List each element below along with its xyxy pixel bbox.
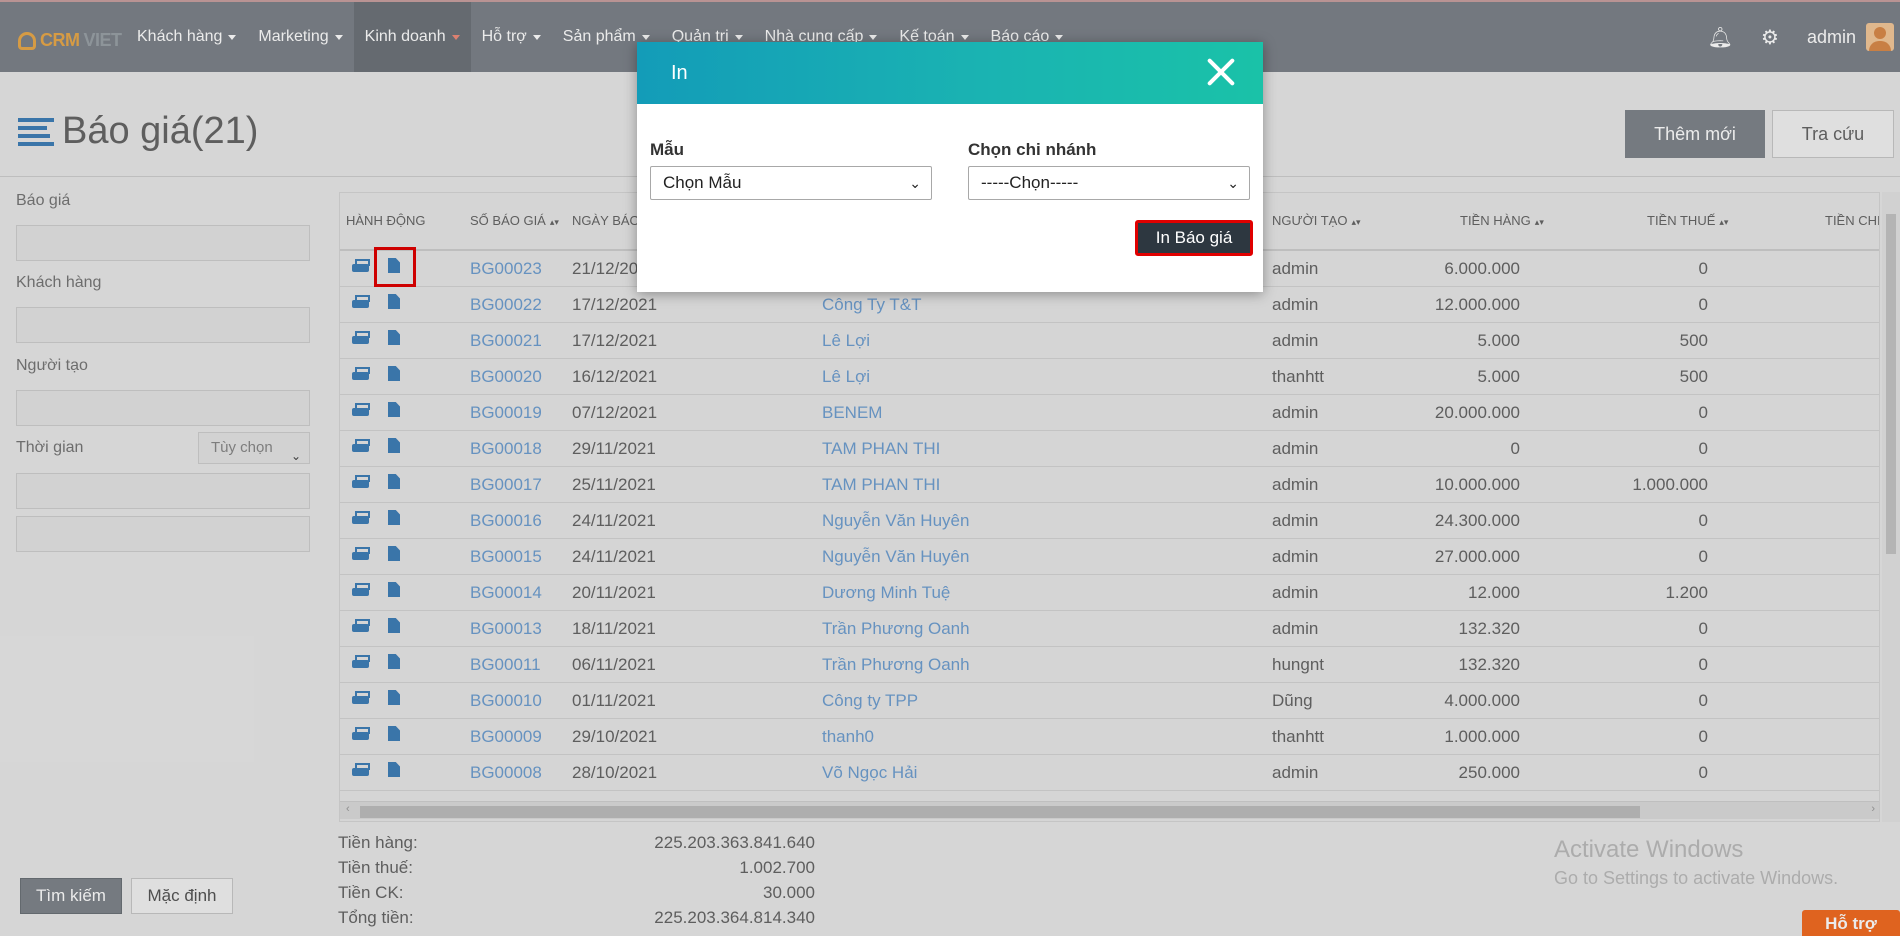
print-modal: In Mẫu Chọn Mẫu ⌄ Chọn chi nhánh -----Ch…	[637, 42, 1263, 292]
branch-label: Chọn chi nhánh	[968, 140, 1097, 159]
print-quote-button[interactable]: In Báo giá	[1135, 220, 1253, 256]
template-label: Mẫu	[650, 140, 684, 159]
template-select[interactable]: Chọn Mẫu ⌄	[650, 166, 932, 200]
branch-select[interactable]: -----Chọn----- ⌄	[968, 166, 1250, 200]
modal-title: In	[671, 62, 688, 84]
modal-header: In	[637, 42, 1263, 104]
close-icon[interactable]	[1205, 56, 1237, 88]
template-select-value: Chọn Mẫu	[663, 173, 742, 192]
chevron-down-icon: ⌄	[909, 175, 921, 191]
branch-select-value: -----Chọn-----	[981, 173, 1079, 192]
chevron-down-icon: ⌄	[1227, 175, 1239, 191]
